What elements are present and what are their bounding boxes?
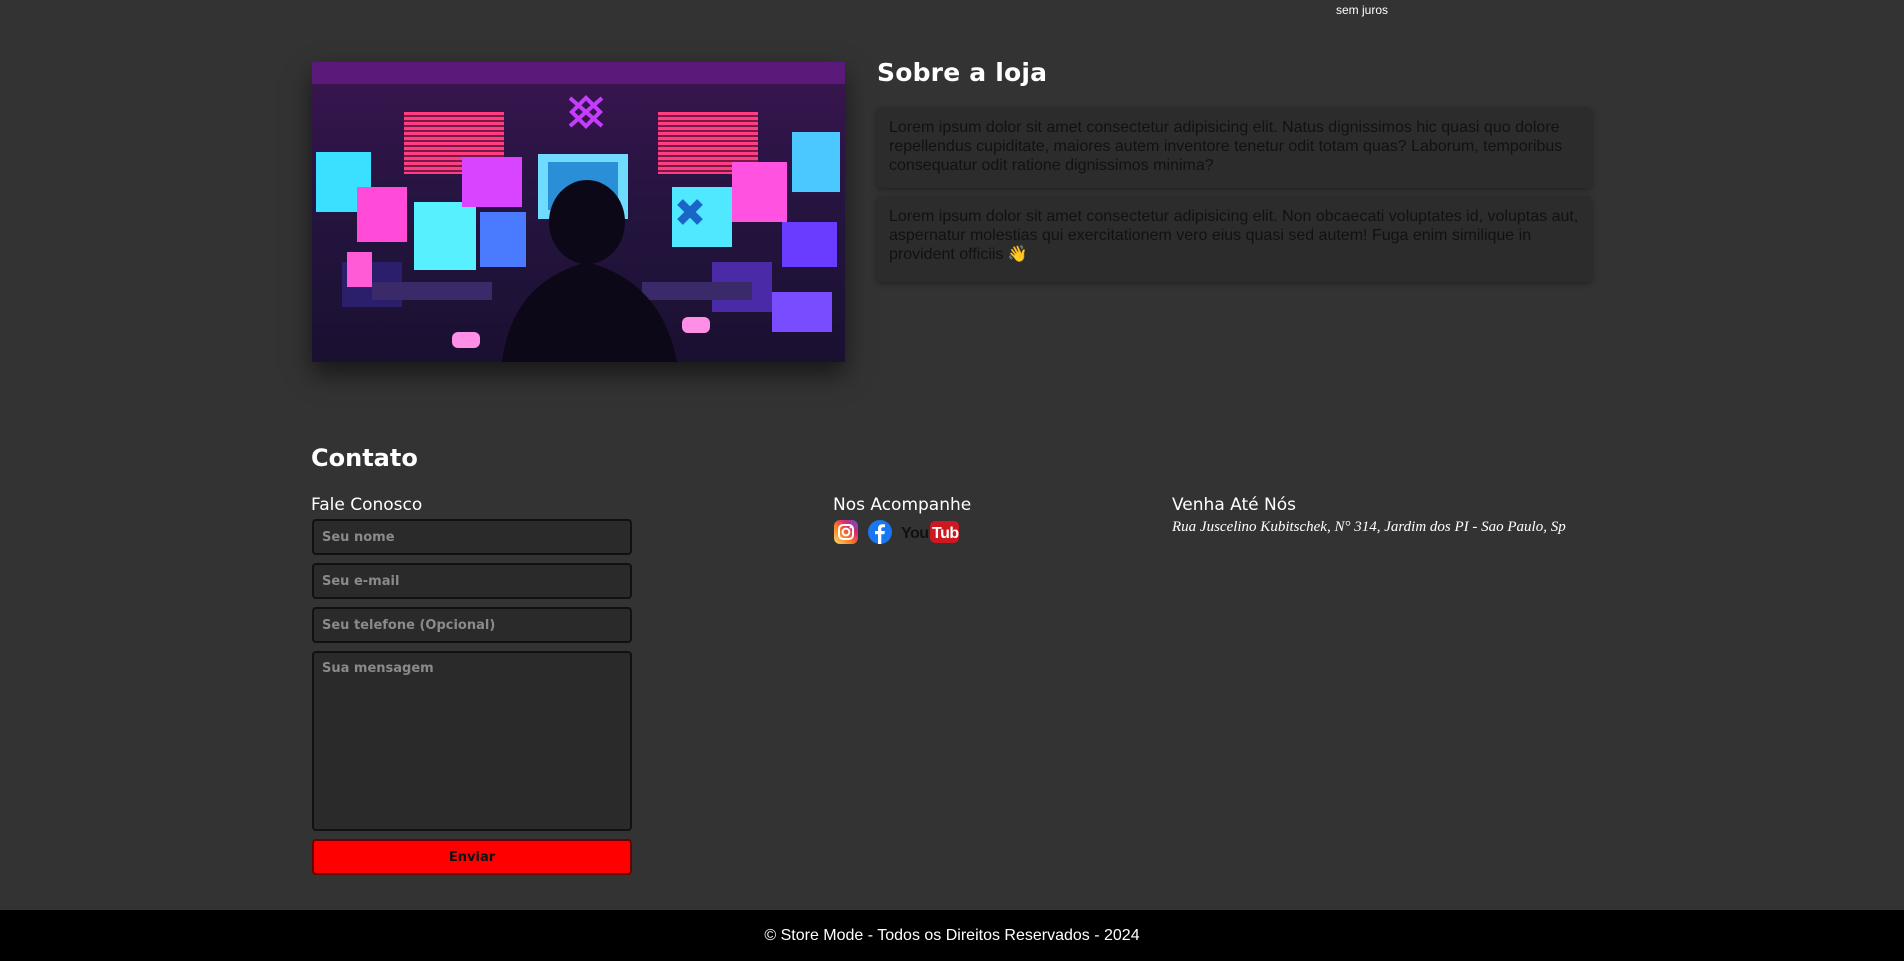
contact-title: Contato bbox=[311, 444, 418, 472]
name-input[interactable] bbox=[312, 519, 632, 555]
svg-text:Tube: Tube bbox=[932, 525, 959, 542]
footer-copyright: © Store Mode - Todos os Direitos Reserva… bbox=[764, 926, 1140, 944]
social-title: Nos Acompanhe bbox=[833, 495, 972, 515]
location-title: Venha Até Nós bbox=[1172, 495, 1296, 515]
email-input[interactable] bbox=[312, 563, 632, 599]
contact-form-title: Fale Conosco bbox=[311, 495, 423, 515]
waving-hand-icon: 👋 bbox=[1007, 246, 1028, 263]
message-textarea[interactable] bbox=[312, 651, 632, 831]
about-image bbox=[312, 62, 845, 362]
instagram-icon bbox=[834, 520, 858, 544]
footer: © Store Mode - Todos os Direitos Reserva… bbox=[0, 910, 1904, 961]
about-paragraph-2-text: Lorem ipsum dolor sit amet consectetur a… bbox=[889, 208, 1579, 263]
about-paragraph-1-text: Lorem ipsum dolor sit amet consectetur a… bbox=[889, 119, 1563, 174]
store-address: Rua Juscelino Kubitschek, N° 314, Jardim… bbox=[1172, 519, 1566, 535]
instagram-link[interactable] bbox=[833, 519, 859, 545]
about-paragraph-1: Lorem ipsum dolor sit amet consectetur a… bbox=[877, 107, 1592, 188]
svg-text:You: You bbox=[901, 525, 929, 542]
hacker-room-illustration bbox=[312, 62, 845, 362]
facebook-link[interactable] bbox=[867, 519, 893, 545]
about-title: Sobre a loja bbox=[877, 58, 1048, 87]
header-remnant: sem juros bbox=[0, 0, 1904, 24]
send-button[interactable]: Enviar bbox=[312, 839, 632, 875]
installment-note: sem juros bbox=[1336, 3, 1389, 17]
youtube-link[interactable]: You Tube bbox=[901, 519, 959, 545]
phone-input[interactable] bbox=[312, 607, 632, 643]
social-links: You Tube bbox=[833, 519, 959, 545]
facebook-icon bbox=[868, 520, 892, 544]
about-paragraph-2: Lorem ipsum dolor sit amet consectetur a… bbox=[877, 196, 1592, 282]
youtube-icon: You Tube bbox=[901, 521, 959, 543]
